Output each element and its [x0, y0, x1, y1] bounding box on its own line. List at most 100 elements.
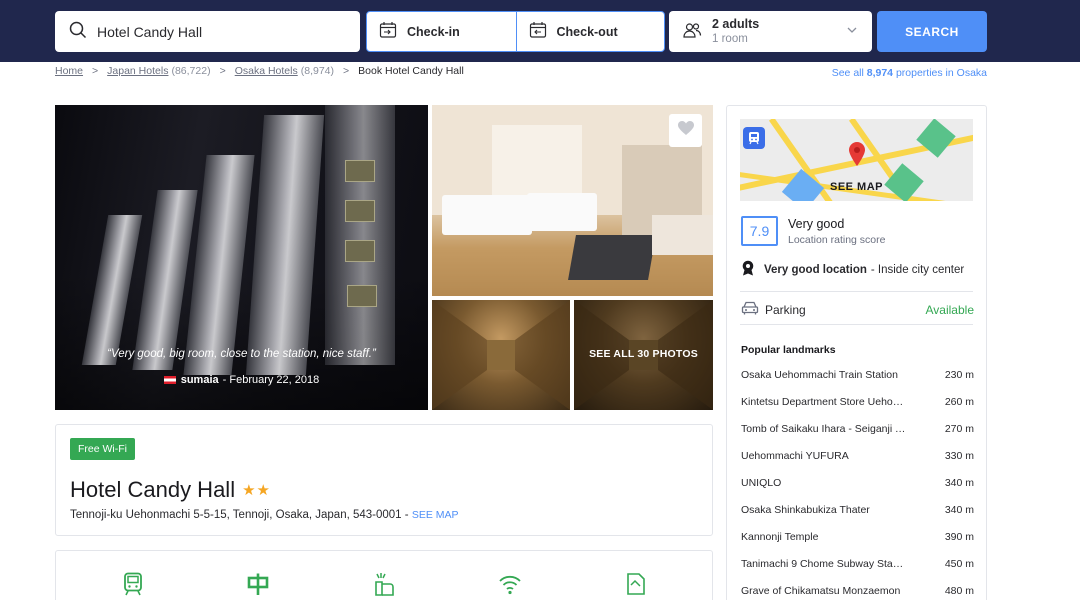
checkout-field[interactable]: Check-out	[515, 12, 665, 51]
landmark-item: Osaka Uehommachi Train Station 230 m	[741, 369, 974, 396]
train-station-icon	[743, 127, 765, 149]
search-button[interactable]: SEARCH	[877, 11, 987, 52]
calendar-checkout-icon	[529, 21, 547, 42]
landmark-name: Uehommachi YUFURA	[741, 450, 849, 462]
checkin-field[interactable]: Check-in	[367, 12, 516, 51]
map-park	[916, 119, 956, 158]
landmark-name: Tanimachi 9 Chome Subway Station	[741, 558, 906, 570]
main-photo[interactable]: “Very good, big room, close to the stati…	[55, 105, 428, 410]
free-wifi-badge: Free Wi-Fi	[70, 438, 135, 460]
landmark-name: Tomb of Saikaku Ihara - Seiganji Temple	[741, 423, 906, 435]
location-score-label: Very good	[788, 217, 845, 231]
search-icon	[69, 21, 87, 42]
guests-count: 2 adults	[712, 16, 760, 31]
lit-window	[345, 240, 375, 262]
calendar-checkin-icon	[379, 21, 397, 42]
location-score-sub: Location rating score	[788, 234, 886, 246]
lit-window	[347, 285, 377, 307]
see-all-suffix: properties in Osaka	[895, 67, 987, 79]
location-sidebar: SEE MAP 7.9 Very good Location rating sc…	[726, 105, 987, 600]
landmark-item: Kintetsu Department Store Uehommachi 260 …	[741, 396, 974, 423]
hotel-name: Hotel Candy Hall	[70, 477, 236, 502]
guests-selector[interactable]: 2 adults 1 room	[669, 11, 872, 52]
breadcrumb-country-count: (86,722)	[171, 65, 211, 77]
checkout-label: Check-out	[556, 24, 618, 39]
landmark-name: Kannonji Temple	[741, 531, 819, 543]
landmark-item: Grave of Chikamatsu Monzaemon 480 m	[741, 585, 974, 600]
landmark-distance: 450 m	[944, 558, 974, 570]
address-see-map-link[interactable]: SEE MAP	[412, 509, 459, 521]
amenities-card	[55, 550, 713, 600]
building-facade	[245, 115, 325, 375]
austria-flag-icon	[163, 376, 176, 384]
heart-icon	[677, 120, 695, 141]
hand-sanitizer-icon	[372, 572, 396, 596]
chinese-language-icon	[246, 572, 270, 596]
rooms-count: 1 room	[712, 32, 748, 45]
landmark-distance: 230 m	[944, 369, 974, 381]
see-all-photos-tile[interactable]: SEE ALL 30 PHOTOS	[574, 300, 713, 410]
car-icon	[741, 300, 759, 319]
star-rating: ★★	[242, 482, 271, 499]
landmark-name: Grave of Chikamatsu Monzaemon	[741, 585, 901, 597]
building-facade	[325, 105, 395, 365]
date-picker[interactable]: Check-in Check-out	[366, 11, 665, 52]
guests-icon	[683, 22, 702, 42]
landmark-item: Tomb of Saikaku Ihara - Seiganji Temple 2…	[741, 423, 974, 450]
review-author: sumaia - February 22, 2018	[55, 374, 428, 386]
destination-search-field[interactable]: Hotel Candy Hall	[55, 11, 360, 52]
breadcrumb-city-count: (8,974)	[300, 65, 335, 77]
landmark-item: Osaka Shinkabukiza Thater 340 m	[741, 504, 974, 531]
landmark-distance: 270 m	[944, 423, 974, 435]
hotel-info-card: Free Wi-Fi Hotel Candy Hall ★★ Tennoji-k…	[55, 424, 713, 536]
hallway-photo[interactable]	[432, 300, 570, 410]
building-facade	[81, 215, 143, 365]
location-score: 7.9	[741, 216, 778, 246]
breadcrumb-home[interactable]: Home	[55, 65, 83, 77]
destination-input[interactable]: Hotel Candy Hall	[97, 24, 202, 40]
landmark-name: Osaka Uehommachi Train Station	[741, 369, 898, 381]
checkin-label: Check-in	[407, 24, 460, 39]
lit-window	[345, 160, 375, 182]
breadcrumb-separator: >	[92, 65, 99, 77]
breadcrumb-separator: >	[219, 65, 226, 77]
parking-value: Available	[925, 302, 974, 317]
see-all-count: 8,974	[866, 67, 894, 79]
breadcrumb-city[interactable]: Osaka Hotels	[235, 65, 298, 77]
review-quote: “Very good, big room, close to the stati…	[107, 348, 376, 360]
see-all-properties-link[interactable]: See all 8,974 properties in Osaka	[832, 67, 987, 79]
map-pin-icon	[848, 141, 866, 172]
location-summary: Very good location - Inside city center	[741, 260, 964, 279]
see-all-photos-label: SEE ALL 30 PHOTOS	[589, 348, 698, 360]
hotel-address: Tennoji-ku Uehonmachi 5-5-15, Tennoji, O…	[70, 509, 459, 521]
favorite-button[interactable]	[669, 114, 702, 147]
landmark-item: Kannonji Temple 390 m	[741, 531, 974, 558]
building-facade	[183, 155, 255, 375]
document-icon	[624, 572, 648, 596]
landmark-distance: 390 m	[944, 531, 974, 543]
map-see-map-label: SEE MAP	[829, 181, 883, 193]
review-date: - February 22, 2018	[222, 374, 320, 386]
hallway-perspective	[432, 300, 570, 410]
award-icon	[741, 260, 755, 279]
landmarks-title: Popular landmarks	[741, 344, 836, 356]
landmark-name: Osaka Shinkabukiza Thater	[741, 504, 870, 516]
landmark-item: Tanimachi 9 Chome Subway Station 450 m	[741, 558, 974, 585]
mini-map[interactable]: SEE MAP	[740, 119, 973, 201]
divider	[740, 324, 973, 325]
landmark-distance: 340 m	[944, 477, 974, 489]
landmark-distance: 330 m	[944, 450, 974, 462]
hotel-title: Hotel Candy Hall ★★	[70, 477, 271, 503]
chevron-down-icon	[846, 24, 858, 39]
breadcrumb: Home > Japan Hotels (86,722) > Osaka Hot…	[55, 65, 464, 77]
landmarks-list: Osaka Uehommachi Train Station 230 m Kint…	[741, 369, 974, 600]
breadcrumb-country[interactable]: Japan Hotels	[107, 65, 168, 77]
search-header: Hotel Candy Hall Check-in Check-out 2 ad…	[0, 0, 1080, 62]
landmark-name: UNIQLO	[741, 477, 782, 489]
reviewer-name: sumaia	[180, 374, 219, 386]
divider	[740, 291, 973, 292]
breadcrumb-separator: >	[343, 65, 350, 77]
landmark-item: Uehommachi YUFURA 330 m	[741, 450, 974, 477]
parking-label: Parking	[765, 302, 806, 317]
landmark-distance: 340 m	[944, 504, 974, 516]
